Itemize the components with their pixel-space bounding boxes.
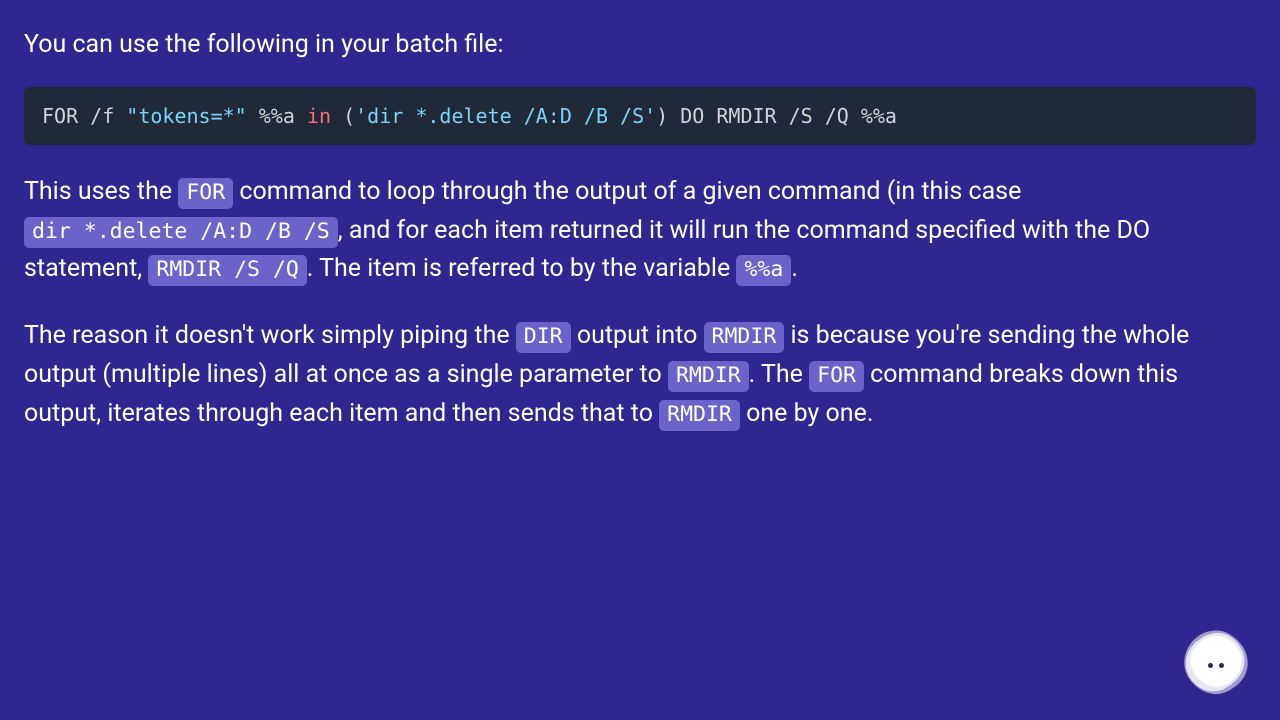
blob-icon <box>1180 626 1252 698</box>
text: command to loop through the output of a … <box>233 177 1021 206</box>
code-string: "tokens=*" <box>126 104 246 128</box>
inline-code: FOR <box>178 178 233 209</box>
code-keyword: in <box>307 104 331 128</box>
inline-code: RMDIR <box>704 322 785 353</box>
inline-code: RMDIR <box>668 361 749 392</box>
inline-code: %%a <box>736 255 791 286</box>
assistant-avatar-button[interactable] <box>1180 626 1252 698</box>
avatar-face <box>1180 626 1252 698</box>
inline-code: dir *.delete /A:D /B /S <box>24 217 338 248</box>
avatar-eye-right <box>1219 663 1224 668</box>
text: . The <box>749 360 809 389</box>
inline-code: DIR <box>516 322 571 353</box>
code-text: FOR /f <box>42 104 126 128</box>
intro-text: You can use the following in your batch … <box>24 26 1256 65</box>
text: one by one. <box>740 399 874 428</box>
code-text: ( <box>331 104 355 128</box>
paragraph-2: The reason it doesn't work simply piping… <box>24 317 1256 433</box>
text: The reason it doesn't work simply piping… <box>24 321 516 350</box>
code-text: %%a <box>247 104 307 128</box>
text: This uses the <box>24 177 178 206</box>
text: . The item is referred to by the variabl… <box>307 254 737 283</box>
inline-code: RMDIR /S /Q <box>148 255 306 286</box>
code-text: ) DO RMDIR /S /Q %%a <box>656 104 897 128</box>
code-string: 'dir *.delete /A:D /B /S' <box>355 104 656 128</box>
avatar-eye-left <box>1208 663 1213 668</box>
answer-body: You can use the following in your batch … <box>0 0 1280 433</box>
inline-code: FOR <box>809 361 864 392</box>
inline-code: RMDIR <box>659 400 740 431</box>
paragraph-1: This uses the FOR command to loop throug… <box>24 173 1256 289</box>
text: output into <box>571 321 704 350</box>
text: . <box>791 254 798 283</box>
code-block[interactable]: FOR /f "tokens=*" %%a in ('dir *.delete … <box>24 87 1256 145</box>
